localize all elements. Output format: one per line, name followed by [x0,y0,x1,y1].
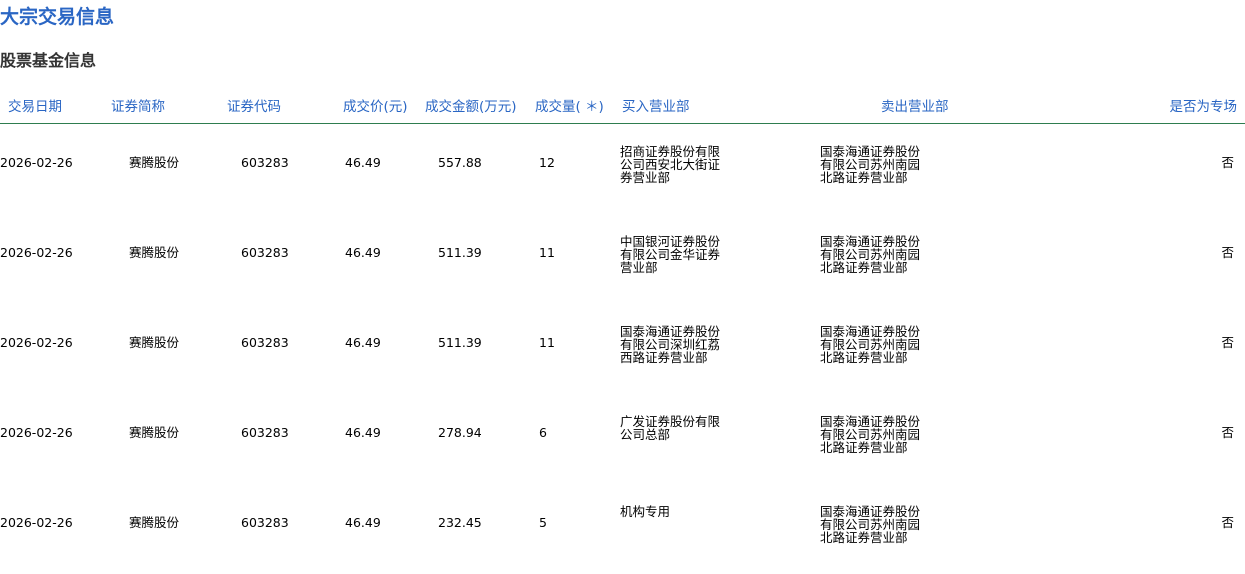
cell-date: 2026-02-26 [0,245,73,260]
cell-date: 2026-02-26 [0,425,73,440]
header-buyer-branch[interactable]: 买入营业部 [622,97,690,117]
header-security-name[interactable]: 证券简称 [111,97,165,117]
cell-buyer: 国泰海通证券股份有限公司深圳红荔西路证券营业部 [620,324,721,365]
header-amount[interactable]: 成交金额(万元) [425,97,517,117]
cell-name: 赛腾股份 [129,335,180,350]
cell-amount: 557.88 [438,155,482,170]
cell-buyer: 招商证券股份有限公司西安北大街证券营业部 [620,144,721,185]
cell-code: 603283 [241,515,289,530]
cell-amount: 232.45 [438,515,482,530]
cell-price: 46.49 [345,245,381,260]
cell-price: 46.49 [345,515,381,530]
header-security-code[interactable]: 证券代码 [227,97,281,117]
cell-special: 否 [1221,515,1234,530]
cell-name: 赛腾股份 [129,515,180,530]
cell-amount: 278.94 [438,425,482,440]
cell-name: 赛腾股份 [129,155,180,170]
cell-seller: 国泰海通证券股份有限公司苏州南园北路证券营业部 [820,144,921,185]
cell-volume: 5 [539,515,547,530]
cell-seller: 国泰海通证券股份有限公司苏州南园北路证券营业部 [820,234,921,275]
header-price[interactable]: 成交价(元) [343,97,408,117]
cell-code: 603283 [241,155,289,170]
header-seller-branch[interactable]: 卖出营业部 [881,97,949,117]
table-row: 2026-02-26 赛腾股份 603283 46.49 557.88 12 招… [0,118,1245,208]
cell-name: 赛腾股份 [129,425,180,440]
cell-special: 否 [1221,245,1234,260]
header-is-special[interactable]: 是否为专场 [1170,97,1238,117]
table-row: 2026-02-26 赛腾股份 603283 46.49 278.94 6 广发… [0,388,1245,478]
header-volume[interactable]: 成交量( ＊) [535,97,604,117]
table-row: 2026-02-26 赛腾股份 603283 46.49 511.39 11 国… [0,298,1245,388]
cell-volume: 6 [539,425,547,440]
cell-date: 2026-02-26 [0,335,73,350]
cell-special: 否 [1221,155,1234,170]
table-row: 2026-02-26 赛腾股份 603283 46.49 232.45 5 机构… [0,478,1245,568]
cell-code: 603283 [241,425,289,440]
cell-volume: 11 [539,335,555,350]
cell-special: 否 [1221,425,1234,440]
cell-buyer: 中国银河证券股份有限公司金华证券营业部 [620,234,721,275]
section-title: 股票基金信息 [0,51,97,70]
cell-amount: 511.39 [438,335,482,350]
cell-seller: 国泰海通证券股份有限公司苏州南园北路证券营业部 [820,414,921,455]
cell-price: 46.49 [345,155,381,170]
cell-price: 46.49 [345,335,381,350]
cell-buyer: 机构专用 [620,504,671,519]
cell-date: 2026-02-26 [0,155,73,170]
cell-name: 赛腾股份 [129,245,180,260]
page-title: 大宗交易信息 [0,6,115,28]
cell-seller: 国泰海通证券股份有限公司苏州南园北路证券营业部 [820,324,921,365]
cell-price: 46.49 [345,425,381,440]
cell-special: 否 [1221,335,1234,350]
table-row: 2026-02-26 赛腾股份 603283 46.49 511.39 11 中… [0,208,1245,298]
cell-code: 603283 [241,335,289,350]
cell-code: 603283 [241,245,289,260]
cell-seller: 国泰海通证券股份有限公司苏州南园北路证券营业部 [820,504,921,545]
cell-amount: 511.39 [438,245,482,260]
cell-volume: 11 [539,245,555,260]
cell-volume: 12 [539,155,555,170]
cell-buyer: 广发证券股份有限公司总部 [620,414,721,442]
cell-date: 2026-02-26 [0,515,73,530]
header-trade-date[interactable]: 交易日期 [8,97,62,117]
